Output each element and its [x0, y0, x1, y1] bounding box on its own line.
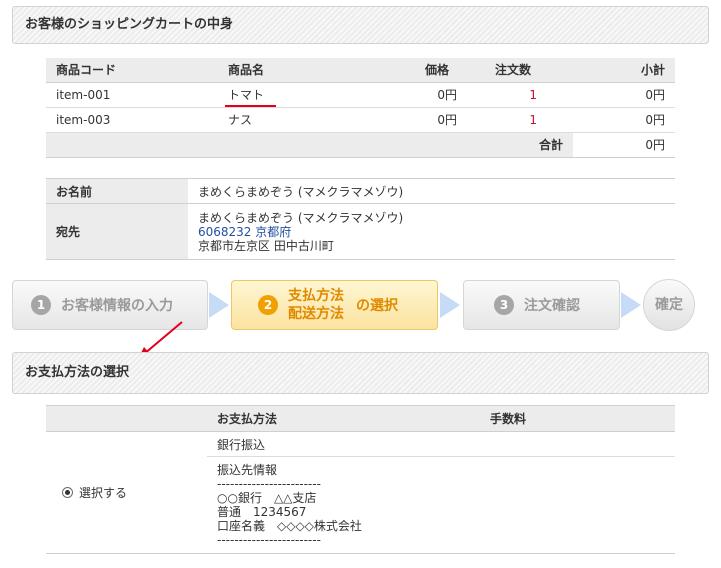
col-header-fee: 手数料 [484, 405, 675, 432]
payment-table: お支払方法 手数料 選択する 銀行振込 振込先情報 --------------… [46, 405, 675, 554]
payment-fee [484, 431, 675, 457]
step-label: お客様情報の入力 [61, 298, 173, 314]
cart-section-title: お客様のショッピングカートの中身 [12, 6, 709, 44]
item-name-text: トマト [224, 88, 277, 107]
total-spacer [46, 132, 471, 158]
customer-name-value: まめくらまめぞう (マメクラマメゾウ) [188, 178, 675, 204]
col-header-name: 商品名 [216, 58, 366, 83]
step-complete: 確定 [643, 279, 695, 331]
step-payment-delivery: 2 支払方法 配送方法 の選択 [231, 280, 438, 330]
step-arrow-icon [209, 292, 229, 318]
customer-name-label: お名前 [46, 178, 188, 204]
customer-info-table: お名前 まめくらまめぞう (マメクラマメゾウ) 宛先 まめくらまめぞう (マメク… [46, 178, 675, 260]
address-line2: 京都市左京区 田中古川町 [198, 238, 334, 253]
payment-section-title: お支払方法の選択 [12, 352, 709, 394]
details-separator-end: ------------------------ [217, 533, 321, 547]
table-row: item-003 ナス 0円 1 0円 [46, 107, 675, 133]
item-quantity: 1 [471, 107, 573, 133]
bank-line: ○○銀行 △△支店 [217, 491, 317, 505]
step-label-suffix: の選択 [356, 298, 398, 314]
item-subtotal: 0円 [573, 107, 675, 133]
col-header-price: 価格 [366, 58, 471, 83]
total-row: 合計 0円 [46, 132, 675, 158]
step-number-2: 2 [258, 295, 278, 315]
account-line: 普通 1234567 [217, 505, 307, 519]
payment-details: 振込先情報 ------------------------ ○○銀行 △△支店… [207, 456, 675, 554]
item-name: ナス [216, 107, 366, 133]
item-code: item-001 [46, 82, 216, 108]
item-quantity: 1 [471, 82, 573, 108]
payment-radio[interactable] [62, 487, 73, 498]
table-row: item-001 トマト 0円 1 0円 [46, 82, 675, 108]
col-header-code: 商品コード [46, 58, 216, 83]
address-line1: 6068232 京都府 [198, 224, 292, 239]
total-label: 合計 [471, 132, 573, 158]
payment-select-label[interactable]: 選択する [79, 486, 127, 500]
step-arrow-icon [621, 292, 641, 318]
step-label-multiline: 支払方法 配送方法 [288, 287, 344, 323]
payment-method-row: 選択する 銀行振込 [46, 431, 675, 554]
item-price: 0円 [366, 107, 471, 133]
col-header-select [46, 405, 207, 432]
customer-address-label: 宛先 [46, 203, 188, 260]
step-arrow-icon [440, 292, 460, 318]
customer-name-row: お名前 まめくらまめぞう (マメクラマメゾウ) [46, 178, 675, 204]
col-header-subtotal: 小計 [573, 58, 675, 83]
holder-line: 口座名義 ◇◇◇◇株式会社 [217, 519, 362, 533]
step-label: 注文確認 [524, 298, 580, 314]
customer-address-row: 宛先 まめくらまめぞう (マメクラマメゾウ) 6068232 京都府 京都市左京… [46, 203, 675, 260]
payment-select-cell[interactable]: 選択する [46, 431, 207, 554]
step-number-1: 1 [31, 295, 51, 315]
step-label-line1: 支払方法 [288, 288, 344, 304]
cart-table: 商品コード 商品名 価格 注文数 小計 item-001 トマト 0円 1 0円… [46, 58, 675, 158]
payment-method-name: 銀行振込 [207, 431, 484, 457]
details-title: 振込先情報 [217, 463, 278, 477]
item-price: 0円 [366, 82, 471, 108]
item-subtotal: 0円 [573, 82, 675, 108]
step-label-line2: 配送方法 [288, 306, 344, 322]
customer-address-value: まめくらまめぞう (マメクラマメゾウ) 6068232 京都府 京都市左京区 田… [188, 203, 675, 260]
item-code: item-003 [46, 107, 216, 133]
total-value: 0円 [573, 132, 675, 158]
address-name: まめくらまめぞう (マメクラマメゾウ) [198, 210, 404, 225]
step-order-confirm: 3 注文確認 [463, 280, 620, 330]
payment-header-row: お支払方法 手数料 [46, 405, 675, 432]
col-header-quantity: 注文数 [471, 58, 573, 83]
cart-header-row: 商品コード 商品名 価格 注文数 小計 [46, 58, 675, 83]
col-header-method: お支払方法 [207, 405, 484, 432]
details-separator: ------------------------ [217, 477, 321, 491]
step-number-3: 3 [494, 295, 514, 315]
item-name: トマト [216, 82, 366, 108]
